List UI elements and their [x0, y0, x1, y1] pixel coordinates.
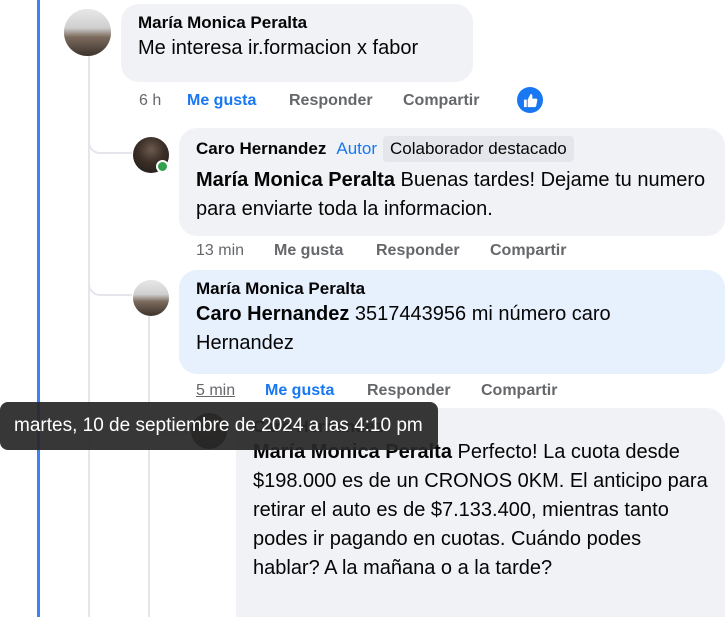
- timestamp-tooltip: martes, 10 de septiembre de 2024 a las 4…: [0, 402, 438, 450]
- share-button[interactable]: Compartir: [481, 382, 557, 400]
- author-badge: Autor: [336, 139, 378, 158]
- comment-time[interactable]: 5 min: [196, 382, 265, 400]
- like-reaction-icon[interactable]: [517, 87, 543, 113]
- comment-actions: 6 h Me gusta Responder Compartir: [139, 92, 479, 110]
- reply-button[interactable]: Responder: [289, 92, 403, 110]
- thread-indicator: [37, 0, 40, 617]
- comment-time[interactable]: 13 min: [196, 242, 274, 260]
- top-contributor-badge: Colaborador destacado: [383, 136, 574, 162]
- comment-author[interactable]: María Monica Peralta: [196, 278, 713, 300]
- mention-link[interactable]: Caro Hernandez: [196, 303, 349, 325]
- profile-photo: [133, 280, 169, 316]
- comment-header: Caro Hernandez Autor Colaborador destaca…: [196, 136, 713, 162]
- comment-bubble: María Monica Peralta Me interesa ir.form…: [121, 4, 473, 82]
- like-button[interactable]: Me gusta: [265, 382, 367, 400]
- share-button[interactable]: Compartir: [403, 92, 479, 110]
- reply-button[interactable]: Responder: [376, 242, 490, 260]
- avatar[interactable]: [133, 280, 169, 316]
- comment-time[interactable]: 6 h: [139, 92, 187, 110]
- subthread-line: [148, 316, 150, 617]
- reply-connector: [88, 120, 132, 154]
- avatar[interactable]: [64, 9, 111, 56]
- like-button[interactable]: Me gusta: [187, 92, 289, 110]
- comment-text: María Monica Peralta Buenas tardes! Deja…: [196, 166, 713, 224]
- like-button[interactable]: Me gusta: [274, 242, 376, 260]
- mention-link[interactable]: María Monica Peralta: [196, 169, 395, 191]
- comment-author[interactable]: María Monica Peralta: [138, 12, 461, 34]
- thumbs-up-icon: [523, 93, 537, 107]
- comment-author[interactable]: Caro Hernandez: [196, 138, 326, 160]
- comment-text: Me interesa ir.formacion x fabor: [138, 37, 419, 59]
- online-status-icon: [156, 160, 169, 173]
- profile-photo: [64, 9, 111, 56]
- comment-actions: 5 min Me gusta Responder Compartir: [196, 382, 557, 400]
- comment-text: Caro Hernandez 3517443956 mi número caro…: [196, 300, 676, 358]
- reply-button[interactable]: Responder: [367, 382, 481, 400]
- comment-bubble: Caro Hernandez Autor Colaborador destaca…: [179, 128, 725, 236]
- comment-actions: 13 min Me gusta Responder Compartir: [196, 242, 566, 260]
- reply-connector: [88, 262, 132, 296]
- share-button[interactable]: Compartir: [490, 242, 566, 260]
- comment-text: María Monica Peralta Perfecto! La cuota …: [253, 438, 713, 583]
- comment-bubble: María Monica Peralta Caro Hernandez 3517…: [179, 270, 725, 374]
